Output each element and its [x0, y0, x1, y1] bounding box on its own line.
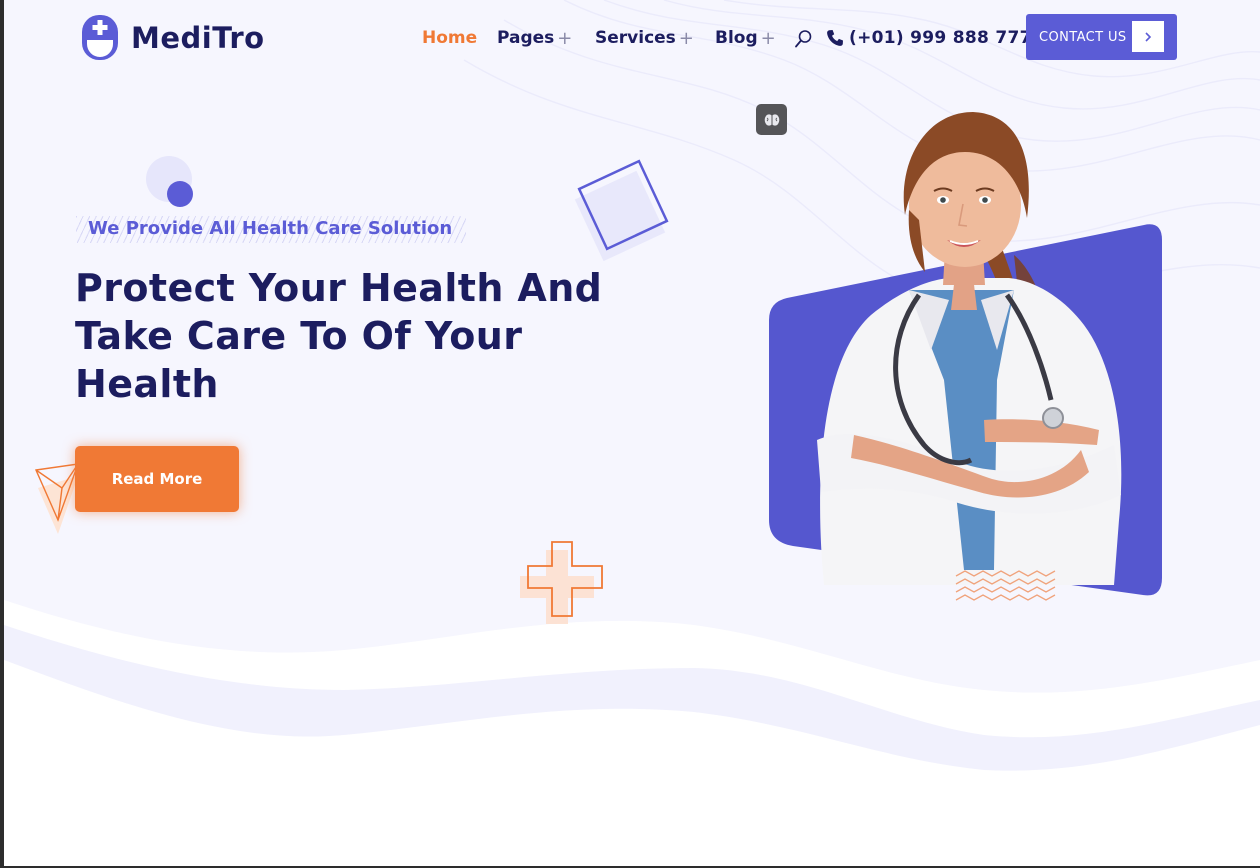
decorative-zigzag [955, 570, 1056, 601]
read-more-label: Read More [111, 470, 203, 488]
chevron-right-icon [1132, 21, 1164, 52]
brand-logo[interactable]: MediTro [80, 13, 265, 62]
headline-line: Health [75, 362, 219, 406]
nav-item-pages[interactable]: Pages + [497, 24, 572, 52]
phone-number: (+01) 999 888 777 [849, 28, 1032, 48]
plus-icon: + [557, 27, 573, 49]
page: MediTro Home Pages + Services + Blog + (… [4, 0, 1260, 866]
doctor-illustration [769, 112, 1162, 596]
nav-item-label: Services [595, 28, 676, 48]
headline-line: Protect Your Health And [75, 266, 603, 310]
nav-item-home[interactable]: Home [422, 24, 477, 52]
nav-item-label: Pages [497, 28, 555, 48]
read-more-button[interactable]: Read More [75, 446, 239, 512]
phone-icon [827, 30, 843, 46]
contact-us-button[interactable]: CONTACT US [1026, 14, 1177, 60]
nav-item-blog[interactable]: Blog + [715, 24, 776, 52]
headline-line: Take Care To Of Your [75, 314, 523, 358]
tagline-highlight: We Provide All Health Care Solution [76, 216, 466, 243]
hero-headline: Protect Your Health And Take Care To Of … [75, 264, 635, 408]
search-icon[interactable] [794, 29, 812, 49]
hero-tagline: We Provide All Health Care Solution [88, 218, 453, 239]
logo-icon [82, 15, 118, 60]
brand-name: MediTro [131, 20, 265, 55]
contact-us-label: CONTACT US [1039, 29, 1127, 45]
phone-contact[interactable]: (+01) 999 888 777 [826, 25, 1032, 51]
decorative-circles [146, 156, 193, 207]
plus-icon: + [678, 27, 694, 49]
decorative-square [574, 159, 669, 262]
nav-item-label: Home [422, 28, 478, 48]
nav-item-label: Blog [715, 28, 758, 48]
decorative-cross [520, 541, 603, 624]
plus-icon: + [760, 27, 776, 49]
nav-item-services[interactable]: Services + [595, 24, 694, 52]
